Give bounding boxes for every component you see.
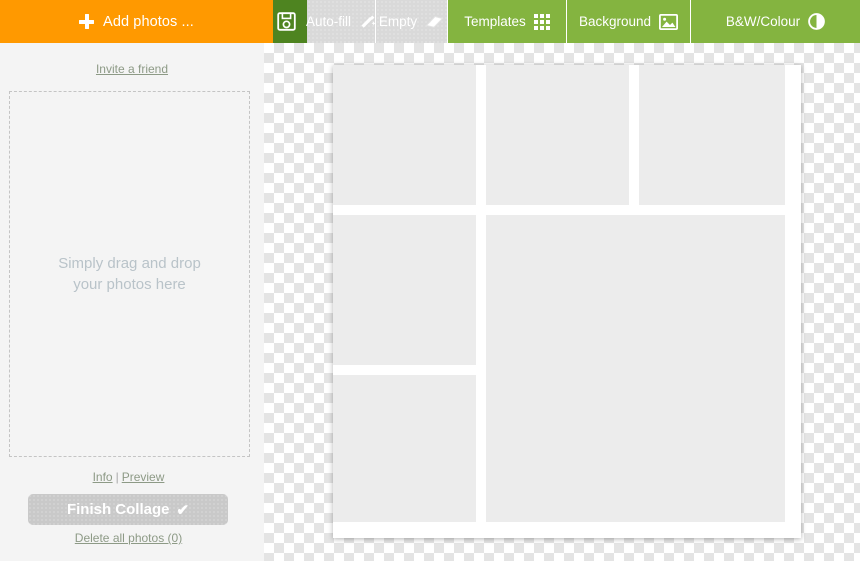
finish-collage-button[interactable]: Finish Collage ✔ xyxy=(28,494,228,525)
magic-wand-icon xyxy=(361,15,376,28)
link-separator: | xyxy=(115,470,119,484)
collage-cell-1[interactable] xyxy=(333,65,476,205)
delete-all-photos-link[interactable]: Delete all photos (0) xyxy=(75,531,182,545)
collage-cell-3[interactable] xyxy=(639,65,785,205)
bw-colour-label: B&W/Colour xyxy=(725,14,801,29)
collage-cell-2[interactable] xyxy=(486,65,629,205)
collage-cell-4[interactable] xyxy=(333,215,476,365)
collage-cell-6[interactable] xyxy=(486,215,785,522)
plus-icon xyxy=(79,14,95,29)
templates-button[interactable]: Templates xyxy=(448,0,567,43)
add-photos-label: Add photos ... xyxy=(103,13,194,30)
auto-fill-label: Auto-fill xyxy=(306,14,352,29)
background-button[interactable]: Background xyxy=(567,0,691,43)
auto-fill-button[interactable]: Auto-fill xyxy=(306,0,376,43)
empty-label: Empty xyxy=(378,14,418,29)
photo-dropzone[interactable]: Simply drag and drop your photos here xyxy=(9,91,250,457)
collage-editor-app: Add photos ... Auto-fill Empty Templates… xyxy=(0,0,860,561)
info-preview-row: Info | Preview xyxy=(0,470,257,484)
preview-link[interactable]: Preview xyxy=(122,470,165,484)
floppy-disk-save-icon xyxy=(276,12,296,31)
delete-all-photos-row: Delete all photos (0) xyxy=(0,531,257,545)
invite-a-friend-link[interactable]: Invite a friend xyxy=(96,62,168,76)
finish-collage-label: Finish Collage xyxy=(66,501,170,518)
save-collage-button[interactable] xyxy=(273,0,307,43)
invite-a-friend-row: Invite a friend xyxy=(0,43,264,78)
bw-colour-button[interactable]: B&W/Colour xyxy=(691,0,860,43)
templates-label: Templates xyxy=(464,14,526,29)
checkmark-icon: ✔ xyxy=(176,501,190,519)
empty-button[interactable]: Empty xyxy=(376,0,448,43)
collage-cell-5[interactable] xyxy=(333,375,476,522)
add-photos-button[interactable]: Add photos ... xyxy=(0,0,273,43)
canvas-stage[interactable] xyxy=(264,43,860,561)
picture-icon xyxy=(659,13,679,30)
collage-sheet[interactable] xyxy=(333,65,801,538)
top-toolbar: Add photos ... Auto-fill Empty Templates… xyxy=(0,0,860,43)
grid-icon xyxy=(533,13,550,30)
contrast-circle-icon xyxy=(808,13,825,30)
left-sidebar: Invite a friend Simply drag and drop you… xyxy=(0,43,264,561)
eraser-icon xyxy=(425,15,444,28)
info-link[interactable]: Info xyxy=(93,470,113,484)
dropzone-hint-text: Simply drag and drop your photos here xyxy=(58,255,201,293)
background-label: Background xyxy=(578,14,652,29)
